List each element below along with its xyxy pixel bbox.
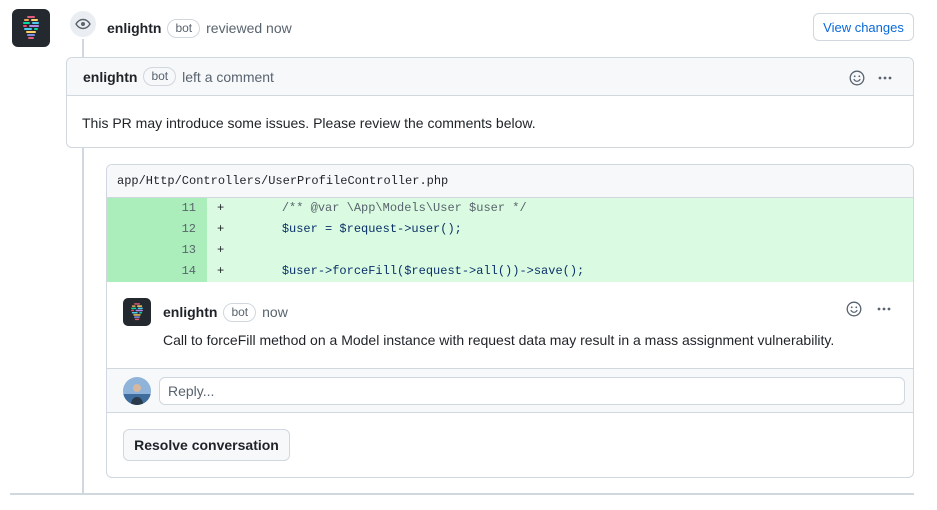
comment-options-button[interactable]: [874, 299, 894, 319]
review-event-badge: [68, 9, 98, 39]
resolve-conversation-button[interactable]: Resolve conversation: [123, 429, 290, 461]
review-author-link[interactable]: enlightn: [107, 20, 161, 36]
comment-options-button[interactable]: [875, 68, 895, 88]
review-action-text: reviewed now: [206, 20, 292, 36]
eye-icon: [75, 18, 91, 30]
diff-hunk: 11 + /** @var \App\Models\User $user */ …: [107, 198, 913, 282]
smiley-icon: [849, 70, 865, 86]
view-changes-button[interactable]: View changes: [813, 13, 914, 41]
kebab-horizontal-icon: [877, 307, 891, 311]
file-path-link[interactable]: app/Http/Controllers/UserProfileControll…: [107, 165, 913, 198]
inline-comment-body: Call to forceFill method on a Model inst…: [163, 332, 835, 348]
user-avatar[interactable]: [123, 377, 151, 405]
comment-author-link[interactable]: enlightn: [83, 69, 137, 85]
comment-body: This PR may introduce some issues. Pleas…: [82, 115, 536, 131]
comment-header: enlightn bot left a comment: [67, 58, 913, 96]
smiley-icon: [846, 301, 862, 317]
comment-action-text: left a comment: [182, 68, 274, 85]
line-number[interactable]: 11: [107, 198, 207, 219]
inline-comment-header: enlightn bot now: [163, 302, 288, 322]
line-number[interactable]: 14: [107, 261, 207, 282]
timeline-divider: [10, 493, 914, 495]
diff-line: 12 + $user = $request->user();: [107, 219, 913, 240]
enlightn-avatar[interactable]: [12, 9, 50, 47]
diff-line: 14 + $user->forceFill($request->all())->…: [107, 261, 913, 282]
reply-input[interactable]: [159, 377, 905, 405]
line-number[interactable]: 12: [107, 219, 207, 240]
review-header: enlightn bot reviewed now: [107, 18, 292, 38]
bot-badge: bot: [167, 18, 201, 38]
comment-timestamp[interactable]: now: [262, 304, 288, 320]
diff-code: +: [207, 240, 913, 261]
reply-row: [107, 369, 913, 413]
diff-code: + $user = $request->user();: [207, 219, 913, 240]
diff-line: 11 + /** @var \App\Models\User $user */: [107, 198, 913, 219]
line-number[interactable]: 13: [107, 240, 207, 261]
diff-code: + /** @var \App\Models\User $user */: [207, 198, 913, 219]
review-comment: enlightn bot left a comment This PR may …: [66, 57, 914, 148]
thread-actions: Resolve conversation: [107, 413, 913, 473]
enlightn-logo-icon: [23, 16, 39, 39]
inline-author-link[interactable]: enlightn: [163, 304, 217, 320]
user-avatar-photo-icon: [123, 377, 151, 405]
review-thread: app/Http/Controllers/UserProfileControll…: [106, 164, 914, 478]
bot-badge: bot: [143, 67, 177, 86]
kebab-horizontal-icon: [878, 76, 892, 80]
diff-code: + $user->forceFill($request->all())->sav…: [207, 261, 913, 282]
bot-badge: bot: [223, 302, 257, 322]
enlightn-logo-icon: [131, 303, 143, 321]
code-text: /** @var \App\Models\User $user */: [224, 201, 527, 215]
add-reaction-button[interactable]: [844, 299, 864, 319]
add-reaction-button[interactable]: [847, 68, 867, 88]
diff-sign: +: [217, 243, 225, 257]
enlightn-avatar[interactable]: [123, 298, 151, 326]
code-text: $user = $request->user();: [224, 222, 462, 236]
inline-review-comment: enlightn bot now Call to forceFill metho…: [107, 282, 913, 369]
diff-line: 13 +: [107, 240, 913, 261]
code-text: $user->forceFill($request->all())->save(…: [224, 264, 585, 278]
